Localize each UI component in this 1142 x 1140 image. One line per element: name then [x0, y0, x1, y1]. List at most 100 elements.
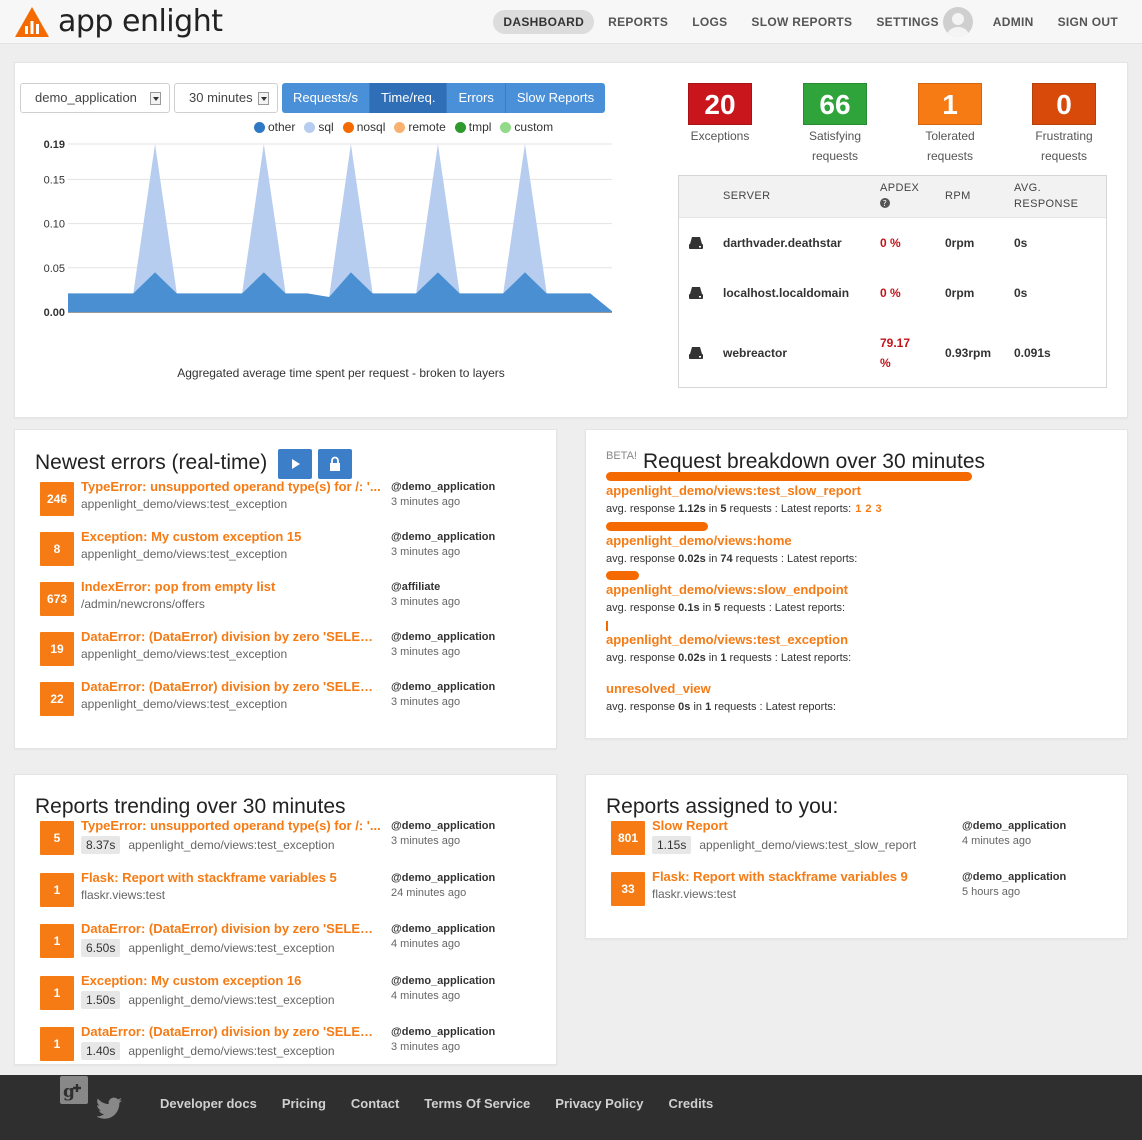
- lock-button[interactable]: [318, 449, 352, 479]
- footer-link-privacy[interactable]: Privacy Policy: [555, 1096, 643, 1111]
- logo[interactable]: app enlight: [14, 5, 223, 39]
- report-title-link[interactable]: TypeError: unsupported operand type(s) f…: [81, 818, 381, 833]
- footer-link-credits[interactable]: Credits: [668, 1096, 713, 1111]
- report-title-link[interactable]: TypeError: unsupported operand type(s) f…: [81, 479, 381, 494]
- breakdown-view-link[interactable]: unresolved_view: [606, 681, 711, 696]
- report-application[interactable]: @demo_application: [391, 975, 495, 987]
- top-bar: app enlight DASHBOARD REPORTS LOGS SLOW …: [0, 0, 1142, 44]
- footer-link-terms[interactable]: Terms Of Service: [424, 1096, 530, 1111]
- stat-exceptions[interactable]: 20 Exceptions: [680, 83, 760, 146]
- legend-dot: [394, 121, 406, 133]
- breakdown-info-prefix: avg. response: [606, 552, 679, 565]
- breakdown-report-link[interactable]: 2: [865, 503, 871, 515]
- report-view-name: appenlight_demo/views:test_slow_report: [699, 838, 917, 852]
- report-application[interactable]: @demo_application: [391, 923, 495, 935]
- tab-requests-per-second[interactable]: Requests/s: [282, 83, 371, 113]
- report-time: 3 minutes ago: [391, 646, 461, 658]
- report-count-badge[interactable]: 22: [40, 682, 74, 716]
- stat-frustrating[interactable]: 0 Frustrating requests: [1024, 83, 1104, 166]
- breakdown-report-link[interactable]: 1: [855, 503, 861, 515]
- server-avg: 0s: [1014, 286, 1028, 300]
- report-application[interactable]: @demo_application: [962, 871, 1066, 883]
- report-count-badge[interactable]: 33: [611, 872, 645, 906]
- nav-logs[interactable]: LOGS: [682, 10, 737, 34]
- report-count-badge[interactable]: 8: [40, 532, 74, 566]
- stat-tolerated[interactable]: 1 Tolerated requests: [910, 83, 990, 166]
- report-application[interactable]: @demo_application: [391, 872, 495, 884]
- footer-link-contact[interactable]: Contact: [351, 1096, 399, 1111]
- report-application[interactable]: @demo_application: [391, 681, 495, 693]
- report-application[interactable]: @demo_application: [391, 1026, 495, 1038]
- report-title-link[interactable]: Flask: Report with stackframe variables …: [81, 870, 381, 885]
- report-title-link[interactable]: DataError: (DataError) division by zero …: [81, 679, 381, 694]
- report-title-link[interactable]: Exception: My custom exception 16: [81, 973, 381, 988]
- tab-time-per-request[interactable]: Time/req.: [370, 83, 448, 113]
- nav-dashboard[interactable]: DASHBOARD: [493, 10, 595, 34]
- breakdown-report-link[interactable]: 3: [875, 503, 881, 515]
- server-name[interactable]: localhost.localdomain: [723, 286, 849, 300]
- legend-item-other[interactable]: other: [254, 120, 295, 134]
- legend-item-remote[interactable]: remote: [394, 120, 446, 134]
- report-count-badge[interactable]: 246: [40, 482, 74, 516]
- nav-admin[interactable]: ADMIN: [983, 10, 1044, 34]
- report-title-link[interactable]: Flask: Report with stackframe variables …: [652, 869, 952, 884]
- report-application[interactable]: @affiliate: [391, 581, 440, 593]
- twitter-icon[interactable]: [97, 1097, 123, 1119]
- legend-item-tmpl[interactable]: tmpl: [454, 120, 491, 134]
- play-button[interactable]: [278, 449, 312, 479]
- y-tick-label: 0.00: [44, 307, 65, 319]
- breakdown-view-link[interactable]: appenlight_demo/views:slow_endpoint: [606, 582, 848, 597]
- breakdown-view-link[interactable]: appenlight_demo/views:home: [606, 533, 792, 548]
- report-application[interactable]: @demo_application: [391, 531, 495, 543]
- report-view-name: flaskr.views:test: [652, 887, 737, 901]
- server-name[interactable]: darthvader.deathstar: [723, 236, 842, 250]
- report-view: appenlight_demo/views:test_exception: [81, 547, 381, 561]
- report-application[interactable]: @demo_application: [391, 820, 495, 832]
- period-select[interactable]: 30 minutes: [174, 83, 278, 113]
- report-title-link[interactable]: DataError: (DataError) division by zero …: [81, 921, 381, 936]
- report-title-link[interactable]: IndexError: pop from empty list: [81, 579, 381, 594]
- footer-link-developer-docs[interactable]: Developer docs: [160, 1096, 257, 1111]
- report-time: 3 minutes ago: [391, 496, 461, 508]
- report-duration: 1.40s: [81, 1042, 121, 1060]
- report-view: 1.15s appenlight_demo/views:test_slow_rep…: [652, 836, 942, 854]
- help-icon[interactable]: ?: [880, 198, 890, 208]
- nav-slow-reports[interactable]: SLOW REPORTS: [741, 10, 862, 34]
- footer-link-pricing[interactable]: Pricing: [282, 1096, 326, 1111]
- tab-errors[interactable]: Errors: [447, 83, 506, 113]
- report-count-badge[interactable]: 673: [40, 582, 74, 616]
- report-count-badge[interactable]: 1: [40, 975, 74, 1010]
- legend-dot: [500, 121, 512, 133]
- nav-sign-out[interactable]: SIGN OUT: [1048, 10, 1128, 34]
- report-title-link[interactable]: Slow Report: [652, 818, 952, 833]
- legend-item-custom[interactable]: custom: [500, 120, 553, 134]
- server-row[interactable]: webreactor 79.17 % 0.93rpm 0.091s: [679, 336, 1106, 376]
- report-count-badge[interactable]: 801: [611, 821, 645, 855]
- report-application[interactable]: @demo_application: [962, 820, 1066, 832]
- legend-item-nosql[interactable]: nosql: [342, 120, 385, 134]
- nav-reports[interactable]: REPORTS: [598, 10, 678, 34]
- chart-legend: other sql nosql remote tmpl custom: [254, 120, 562, 134]
- report-title-link[interactable]: DataError: (DataError) division by zero …: [81, 629, 381, 644]
- report-count-badge[interactable]: 1: [40, 872, 74, 907]
- report-application[interactable]: @demo_application: [391, 481, 495, 493]
- stat-satisfying[interactable]: 66 Satisfying requests: [795, 83, 875, 166]
- legend-item-sql[interactable]: sql: [304, 120, 334, 134]
- nav-settings[interactable]: SETTINGS: [866, 10, 940, 34]
- report-count-badge[interactable]: 1: [40, 924, 74, 958]
- report-title-link[interactable]: Exception: My custom exception 15: [81, 529, 381, 544]
- application-select[interactable]: demo_application: [20, 83, 170, 113]
- report-count-badge[interactable]: 1: [40, 1027, 74, 1061]
- report-count-badge[interactable]: 19: [40, 632, 74, 666]
- report-count-badge[interactable]: 5: [40, 821, 74, 855]
- period-select-value: 30 minutes: [189, 90, 253, 105]
- server-name[interactable]: webreactor: [723, 346, 787, 360]
- report-application[interactable]: @demo_application: [391, 631, 495, 643]
- avatar[interactable]: [942, 7, 973, 37]
- report-duration: 1.15s: [652, 836, 692, 854]
- report-title-link[interactable]: DataError: (DataError) division by zero …: [81, 1024, 381, 1039]
- tab-slow-reports[interactable]: Slow Reports: [505, 83, 606, 113]
- breakdown-view-link[interactable]: appenlight_demo/views:test_slow_report: [606, 483, 861, 498]
- breakdown-view-link[interactable]: appenlight_demo/views:test_exception: [606, 632, 848, 647]
- google-plus-icon[interactable]: g: [60, 1076, 88, 1104]
